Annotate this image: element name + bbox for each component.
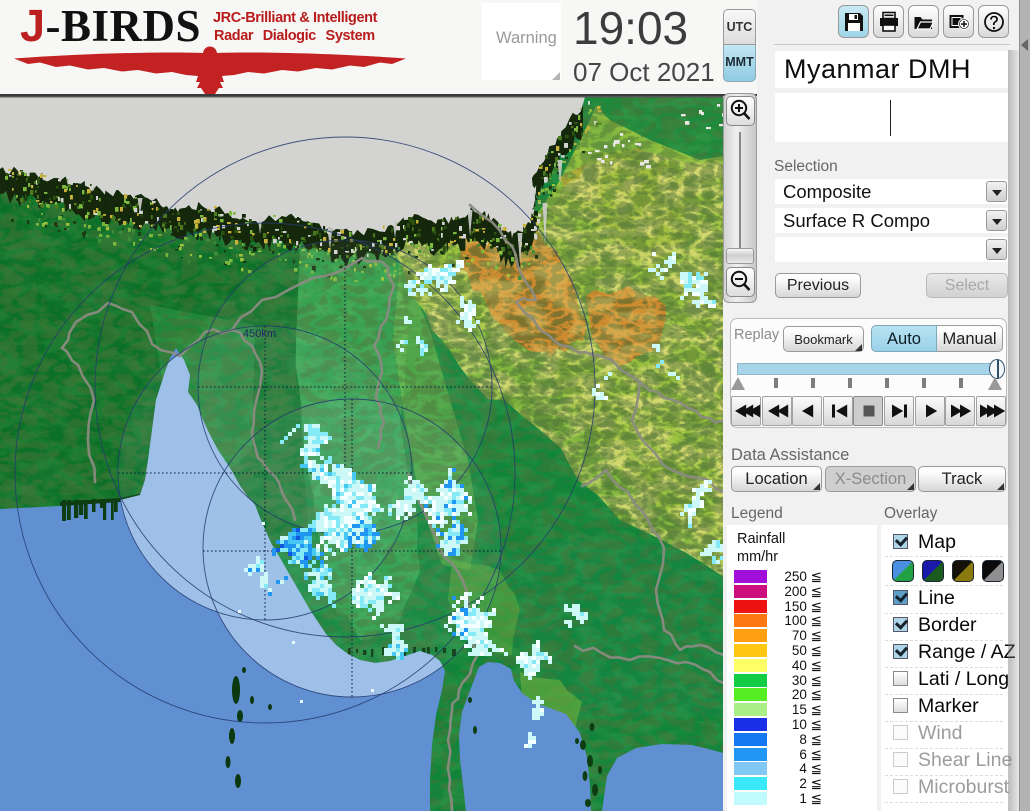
svg-text:450km: 450km [243, 328, 276, 340]
